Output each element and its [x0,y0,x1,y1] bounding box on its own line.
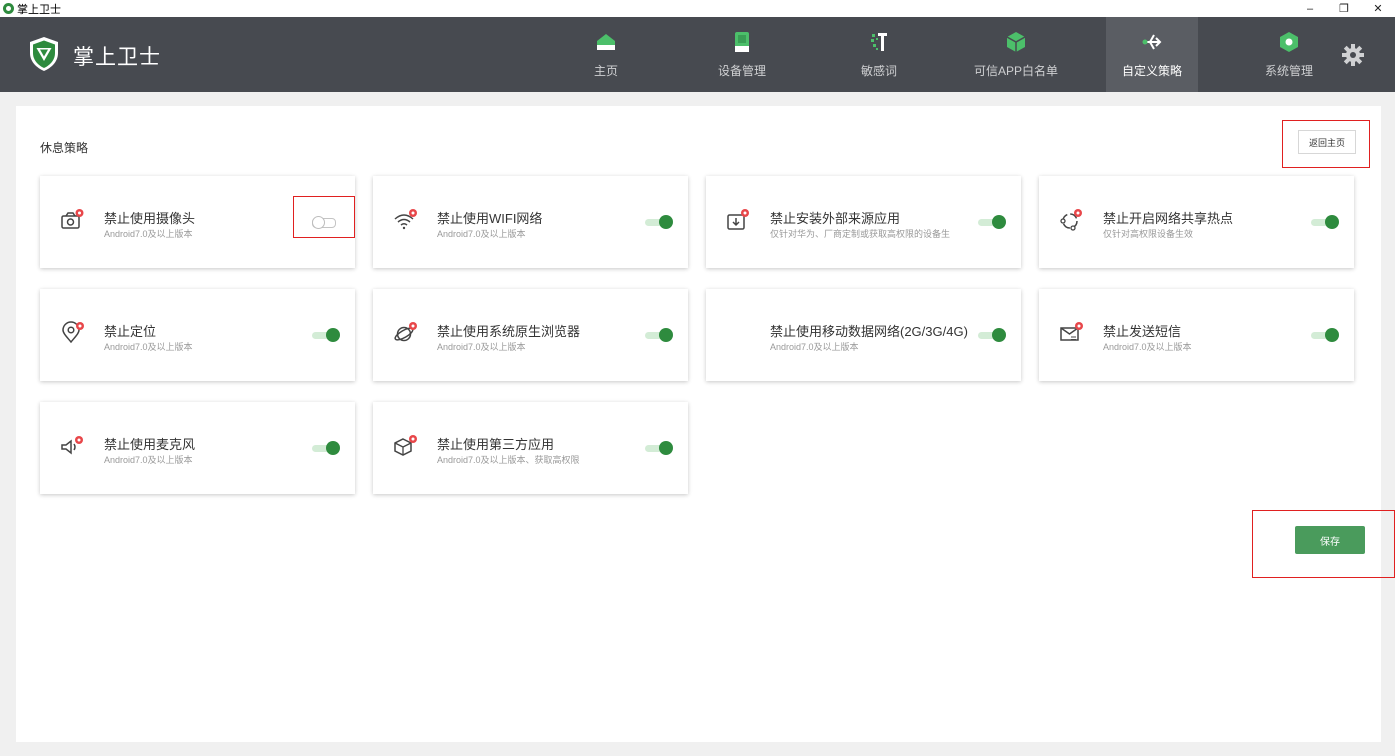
home-icon [597,34,615,50]
minimize-button[interactable]: – [1293,0,1327,17]
hotspot-icon [1060,209,1082,231]
policy-card-browser: 禁止使用系统原生浏览器 Android7.0及以上版本 [373,289,688,381]
gear-icon[interactable] [1341,43,1365,67]
policy-title: 禁止发送短信 [1103,324,1182,339]
location-icon [62,321,84,344]
mobile-data-toggle[interactable] [978,328,1006,342]
shield-logo-icon [30,37,58,71]
app-logo-icon [3,3,14,14]
nav-trusted-app-whitelist-label: 可信APP白名单 [973,64,1058,78]
cube-icon [1006,32,1026,52]
policy-card-location: 禁止定位 Android7.0及以上版本 [40,289,355,381]
policy-title: 禁止安装外部来源应用 [770,211,901,226]
window-titlebar: 掌上卫士 – ❐ ✕ [0,0,1395,17]
nav-device-management-label: 设备管理 [717,64,766,78]
microphone-icon [61,436,83,455]
install-icon [727,209,749,230]
policy-card-hotspot: 禁止开启网络共享热点 仅针对高权限设备生效 [1039,176,1354,268]
restore-button[interactable]: ❐ [1327,0,1361,17]
window-title: 掌上卫士 [17,3,61,16]
close-button[interactable]: ✕ [1361,0,1395,17]
browser-icon [394,322,417,342]
hotspot-toggle[interactable] [1311,215,1339,229]
save-button[interactable]: 保存 [1295,526,1365,554]
policy-card-mobile-data: 禁止使用移动数据网络(2G/3G/4G) Android7.0及以上版本 [706,289,1021,381]
nav-system-management-label: 系统管理 [1264,64,1313,78]
sms-toggle[interactable] [1311,328,1339,342]
location-toggle[interactable] [312,328,340,342]
nav-home[interactable]: 主页 [577,17,635,92]
camera-icon [61,209,84,229]
browser-toggle[interactable] [645,328,673,342]
policy-card-microphone: 禁止使用麦克风 Android7.0及以上版本 [40,402,355,494]
policy-title: 禁止使用WIFI网络 [437,211,543,226]
policy-title: 禁止使用麦克风 [104,437,196,452]
nav-sensitive-words[interactable]: 敏感词 [850,17,908,92]
nav-device-management[interactable]: 设备管理 [705,17,779,92]
third-party-app-icon [394,435,417,456]
device-icon [735,32,749,52]
policy-subtitle: Android7.0及以上版本 [104,342,193,352]
policy-title: 禁止开启网络共享热点 [1103,211,1234,226]
sms-icon [1060,322,1083,341]
camera-toggle[interactable] [312,216,338,229]
external-install-toggle[interactable] [978,215,1006,229]
policy-card-wifi: 禁止使用WIFI网络 Android7.0及以上版本 [373,176,688,268]
policy-subtitle: Android7.0及以上版本 [1103,342,1192,352]
nav-home-label: 主页 [593,64,618,78]
third-party-app-toggle[interactable] [645,441,673,455]
nav-trusted-app-whitelist[interactable]: 可信APP白名单 [968,17,1064,92]
policy-card-external-install: 禁止安装外部来源应用 仅针对华为、厂商定制或获取高权限的设备生 [706,176,1021,268]
settings-hex-icon [1280,32,1298,52]
policy-title: 禁止使用移动数据网络(2G/3G/4G) [770,324,968,339]
app-header: 掌上卫士 主页 设备管理 敏感词 可信APP白名单 自定义策略 系统管理 [0,17,1395,92]
sensitive-word-icon [871,33,887,51]
nav-system-management[interactable]: 系统管理 [1258,17,1320,92]
microphone-toggle[interactable] [312,441,340,455]
policy-subtitle: 仅针对高权限设备生效 [1103,229,1194,239]
policy-subtitle: 仅针对华为、厂商定制或获取高权限的设备生 [770,229,951,239]
nav-custom-policy-label: 自定义策略 [1121,64,1182,78]
policy-subtitle: Android7.0及以上版本 [770,342,859,352]
main-panel: 休息策略 返回主页 禁止使用摄像头 Android7.0及以上版本 禁止使用WI… [16,106,1395,742]
policy-subtitle: Android7.0及以上版本 [104,229,193,239]
nav-custom-policy[interactable]: 自定义策略 [1106,17,1198,92]
brand-name: 掌上卫士 [73,46,161,69]
policy-subtitle: Android7.0及以上版本 [437,229,526,239]
policy-title: 禁止定位 [104,324,157,339]
policy-card-third-party-app: 禁止使用第三方应用 Android7.0及以上版本、获取高权限 [373,402,688,494]
policy-title: 禁止使用摄像头 [104,211,196,226]
policy-card-camera: 禁止使用摄像头 Android7.0及以上版本 [40,176,355,268]
window-controls: – ❐ ✕ [1293,0,1395,17]
policy-subtitle: Android7.0及以上版本 [104,455,193,465]
policy-card-sms: 禁止发送短信 Android7.0及以上版本 [1039,289,1354,381]
section-title: 休息策略 [40,141,89,155]
wifi-icon [394,209,417,230]
back-to-home-button[interactable]: 返回主页 [1298,130,1356,154]
nav-sensitive-words-label: 敏感词 [860,64,897,78]
share-arrow-icon [1142,34,1162,50]
policy-subtitle: Android7.0及以上版本 [437,342,526,352]
policy-title: 禁止使用系统原生浏览器 [437,324,581,339]
policy-subtitle: Android7.0及以上版本、获取高权限 [437,455,580,465]
wifi-toggle[interactable] [645,215,673,229]
policy-title: 禁止使用第三方应用 [437,437,555,452]
